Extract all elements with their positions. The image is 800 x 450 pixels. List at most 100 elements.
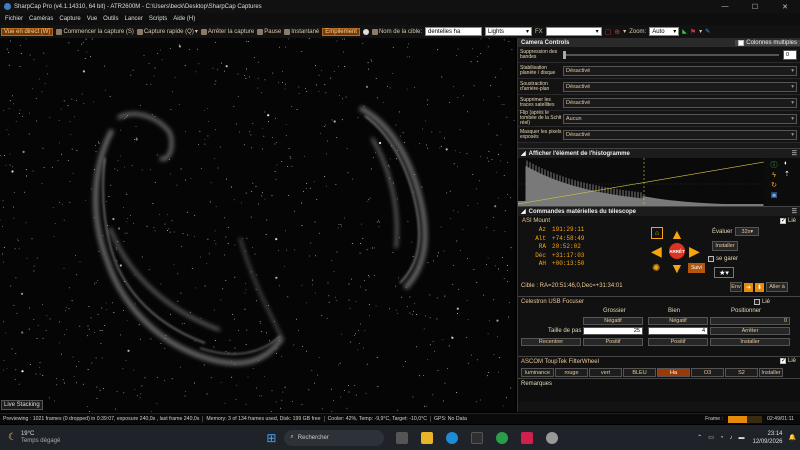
- histogram-plot[interactable]: [518, 158, 764, 206]
- telescope-section-header[interactable]: ◢ Commandes matérielles du télescope ☰: [518, 206, 800, 216]
- banding-value[interactable]: 0: [783, 49, 797, 60]
- rate-select[interactable]: 32x ▾: [735, 227, 760, 236]
- goto-button[interactable]: Aller à: [766, 282, 788, 292]
- east-arrow-icon[interactable]: ▶: [689, 244, 700, 258]
- position-input[interactable]: 0: [710, 317, 790, 325]
- north-arrow-icon[interactable]: ▲: [670, 227, 684, 241]
- edge-icon[interactable]: [446, 431, 459, 444]
- south-arrow-icon[interactable]: ▼: [670, 261, 684, 275]
- collapse-triangle-icon[interactable]: ◢: [521, 208, 526, 215]
- start-capture-button[interactable]: Commencer la capture (S): [56, 28, 134, 35]
- wifi-icon[interactable]: ◔: [720, 435, 724, 441]
- reticle-icon[interactable]: ⊕: [614, 28, 620, 36]
- info-icon[interactable]: ⓘ: [771, 160, 778, 170]
- satellite-trails-select[interactable]: Désactivé ▾: [563, 97, 797, 108]
- fine-negative-button[interactable]: Négatif: [648, 317, 708, 325]
- menu-view[interactable]: Vue: [84, 16, 100, 22]
- live-view-button[interactable]: Vue en direct (W): [1, 27, 54, 36]
- filter-button-o3[interactable]: O3: [691, 368, 724, 377]
- filter-button-ha[interactable]: Ha: [657, 368, 690, 377]
- coarse-step-input[interactable]: 25: [583, 327, 643, 335]
- fx-select[interactable]: ▾: [545, 27, 602, 36]
- filter-button-luminance[interactable]: luminance: [521, 368, 554, 377]
- home-icon[interactable]: ⌂: [651, 227, 663, 239]
- filter-button-red[interactable]: rouge: [555, 368, 588, 377]
- chevron-down-icon[interactable]: ▾: [623, 28, 626, 35]
- maximize-icon[interactable]: ☐: [740, 3, 770, 11]
- tray-chevron-icon[interactable]: ⌃: [697, 434, 702, 441]
- fine-step-input[interactable]: 4: [648, 327, 708, 335]
- file-explorer-icon[interactable]: [421, 431, 434, 444]
- lightning-icon[interactable]: ϟ: [772, 172, 776, 179]
- zoom-select[interactable]: Auto ▾: [649, 27, 680, 36]
- recenter-button[interactable]: Recentrer: [521, 338, 581, 346]
- mount-linked[interactable]: Lié: [779, 217, 796, 224]
- histogram-icon[interactable]: ◣: [682, 28, 687, 35]
- chevron-down-icon[interactable]: ▾: [195, 28, 198, 35]
- hot-pixels-select[interactable]: Désactivé ▾: [563, 129, 797, 140]
- multi-columns-toggle[interactable]: Colonnes multiples: [735, 39, 800, 46]
- flag-icon[interactable]: ⚑: [690, 28, 696, 36]
- contrast-icon[interactable]: ◐: [784, 160, 794, 167]
- filterwheel-linked[interactable]: Lié: [779, 357, 796, 364]
- star-icon[interactable]: ★▾: [714, 267, 734, 278]
- minimize-icon[interactable]: —: [710, 3, 740, 11]
- fine-positive-button[interactable]: Positif: [648, 338, 708, 346]
- collapse-triangle-icon[interactable]: ◢: [521, 150, 526, 157]
- arrow-down-icon[interactable]: ⬇: [755, 282, 764, 292]
- clock[interactable]: 23:14 12/09/2026: [752, 430, 782, 446]
- stacking-button[interactable]: Empilement: [322, 27, 360, 36]
- tracking-button[interactable]: Suivi: [688, 263, 705, 273]
- filterwheel-install-button[interactable]: Installer: [759, 368, 783, 377]
- app-icon-green[interactable]: [496, 431, 509, 444]
- network-icon[interactable]: ▭: [708, 434, 714, 441]
- filter-button-green[interactable]: vert: [589, 368, 622, 377]
- stop-capture-button[interactable]: Arrêter la capture: [200, 28, 254, 35]
- menu-capture[interactable]: Capture: [56, 16, 83, 22]
- battery-icon[interactable]: ▬: [738, 435, 744, 441]
- mount-install-button[interactable]: Installer: [712, 241, 738, 251]
- live-stacking-tab[interactable]: Live Stacking: [1, 400, 43, 410]
- pin-icon[interactable]: ✎: [705, 28, 710, 35]
- west-arrow-icon[interactable]: ◀: [651, 244, 662, 258]
- coarse-positive-button[interactable]: Positif: [583, 338, 643, 346]
- remarks-panel[interactable]: Remarques: [518, 378, 800, 402]
- close-icon[interactable]: ✕: [770, 3, 800, 11]
- multi-columns-checkbox[interactable]: [738, 39, 745, 46]
- menu-cameras[interactable]: Caméras: [26, 16, 56, 22]
- park-checkbox[interactable]: [708, 256, 714, 262]
- sharpcap-taskbar-icon[interactable]: [546, 431, 559, 444]
- frame-type-select[interactable]: Lights ▾: [485, 27, 532, 36]
- notification-icon[interactable]: 🔔: [789, 434, 796, 441]
- menu-tools[interactable]: Outils: [100, 16, 121, 22]
- histogram-section-header[interactable]: ◢ Afficher l'élément de l'histogramme ☰: [518, 148, 800, 158]
- background-subtraction-select[interactable]: Désactivé ▾: [563, 81, 797, 92]
- record-icon[interactable]: [362, 28, 369, 35]
- slider-handle[interactable]: [563, 50, 566, 59]
- quick-capture-button[interactable]: Capture rapide (Q) ▾: [136, 28, 198, 35]
- menu-icon[interactable]: ☰: [792, 208, 797, 215]
- crop-icon[interactable]: ▢: [605, 28, 612, 36]
- stop-button[interactable]: ARRÊT: [669, 243, 685, 259]
- focuser-install-button[interactable]: Installer: [710, 338, 790, 346]
- menu-file[interactable]: Fichier: [2, 16, 26, 22]
- focuser-stop-button[interactable]: Arrêter: [710, 327, 790, 335]
- arrow-right-icon[interactable]: ➜: [744, 282, 753, 292]
- menu-scripts[interactable]: Scripts: [146, 16, 170, 22]
- banding-slider[interactable]: [563, 50, 779, 59]
- flip-select[interactable]: Aucun ▾: [563, 113, 797, 124]
- menu-icon[interactable]: ☰: [792, 150, 797, 157]
- search-box[interactable]: ⌕ Rechercher: [284, 429, 385, 446]
- env-button[interactable]: Env: [730, 282, 742, 292]
- coarse-negative-button[interactable]: Négatif: [583, 317, 643, 325]
- filter-button-s2[interactable]: S2: [725, 368, 758, 377]
- app-icon-red[interactable]: [521, 431, 534, 444]
- filterwheel-linked-checkbox[interactable]: [779, 357, 786, 364]
- stretch-icon[interactable]: ⇡: [784, 170, 794, 178]
- snapshot-button[interactable]: Instantané: [284, 28, 319, 35]
- filter-button-blue[interactable]: BLEU: [623, 368, 656, 377]
- menu-run[interactable]: Lancer: [122, 16, 146, 22]
- mount-linked-checkbox[interactable]: [779, 217, 786, 224]
- sun-icon[interactable]: ✺: [652, 263, 660, 274]
- volume-icon[interactable]: ♪: [729, 435, 732, 441]
